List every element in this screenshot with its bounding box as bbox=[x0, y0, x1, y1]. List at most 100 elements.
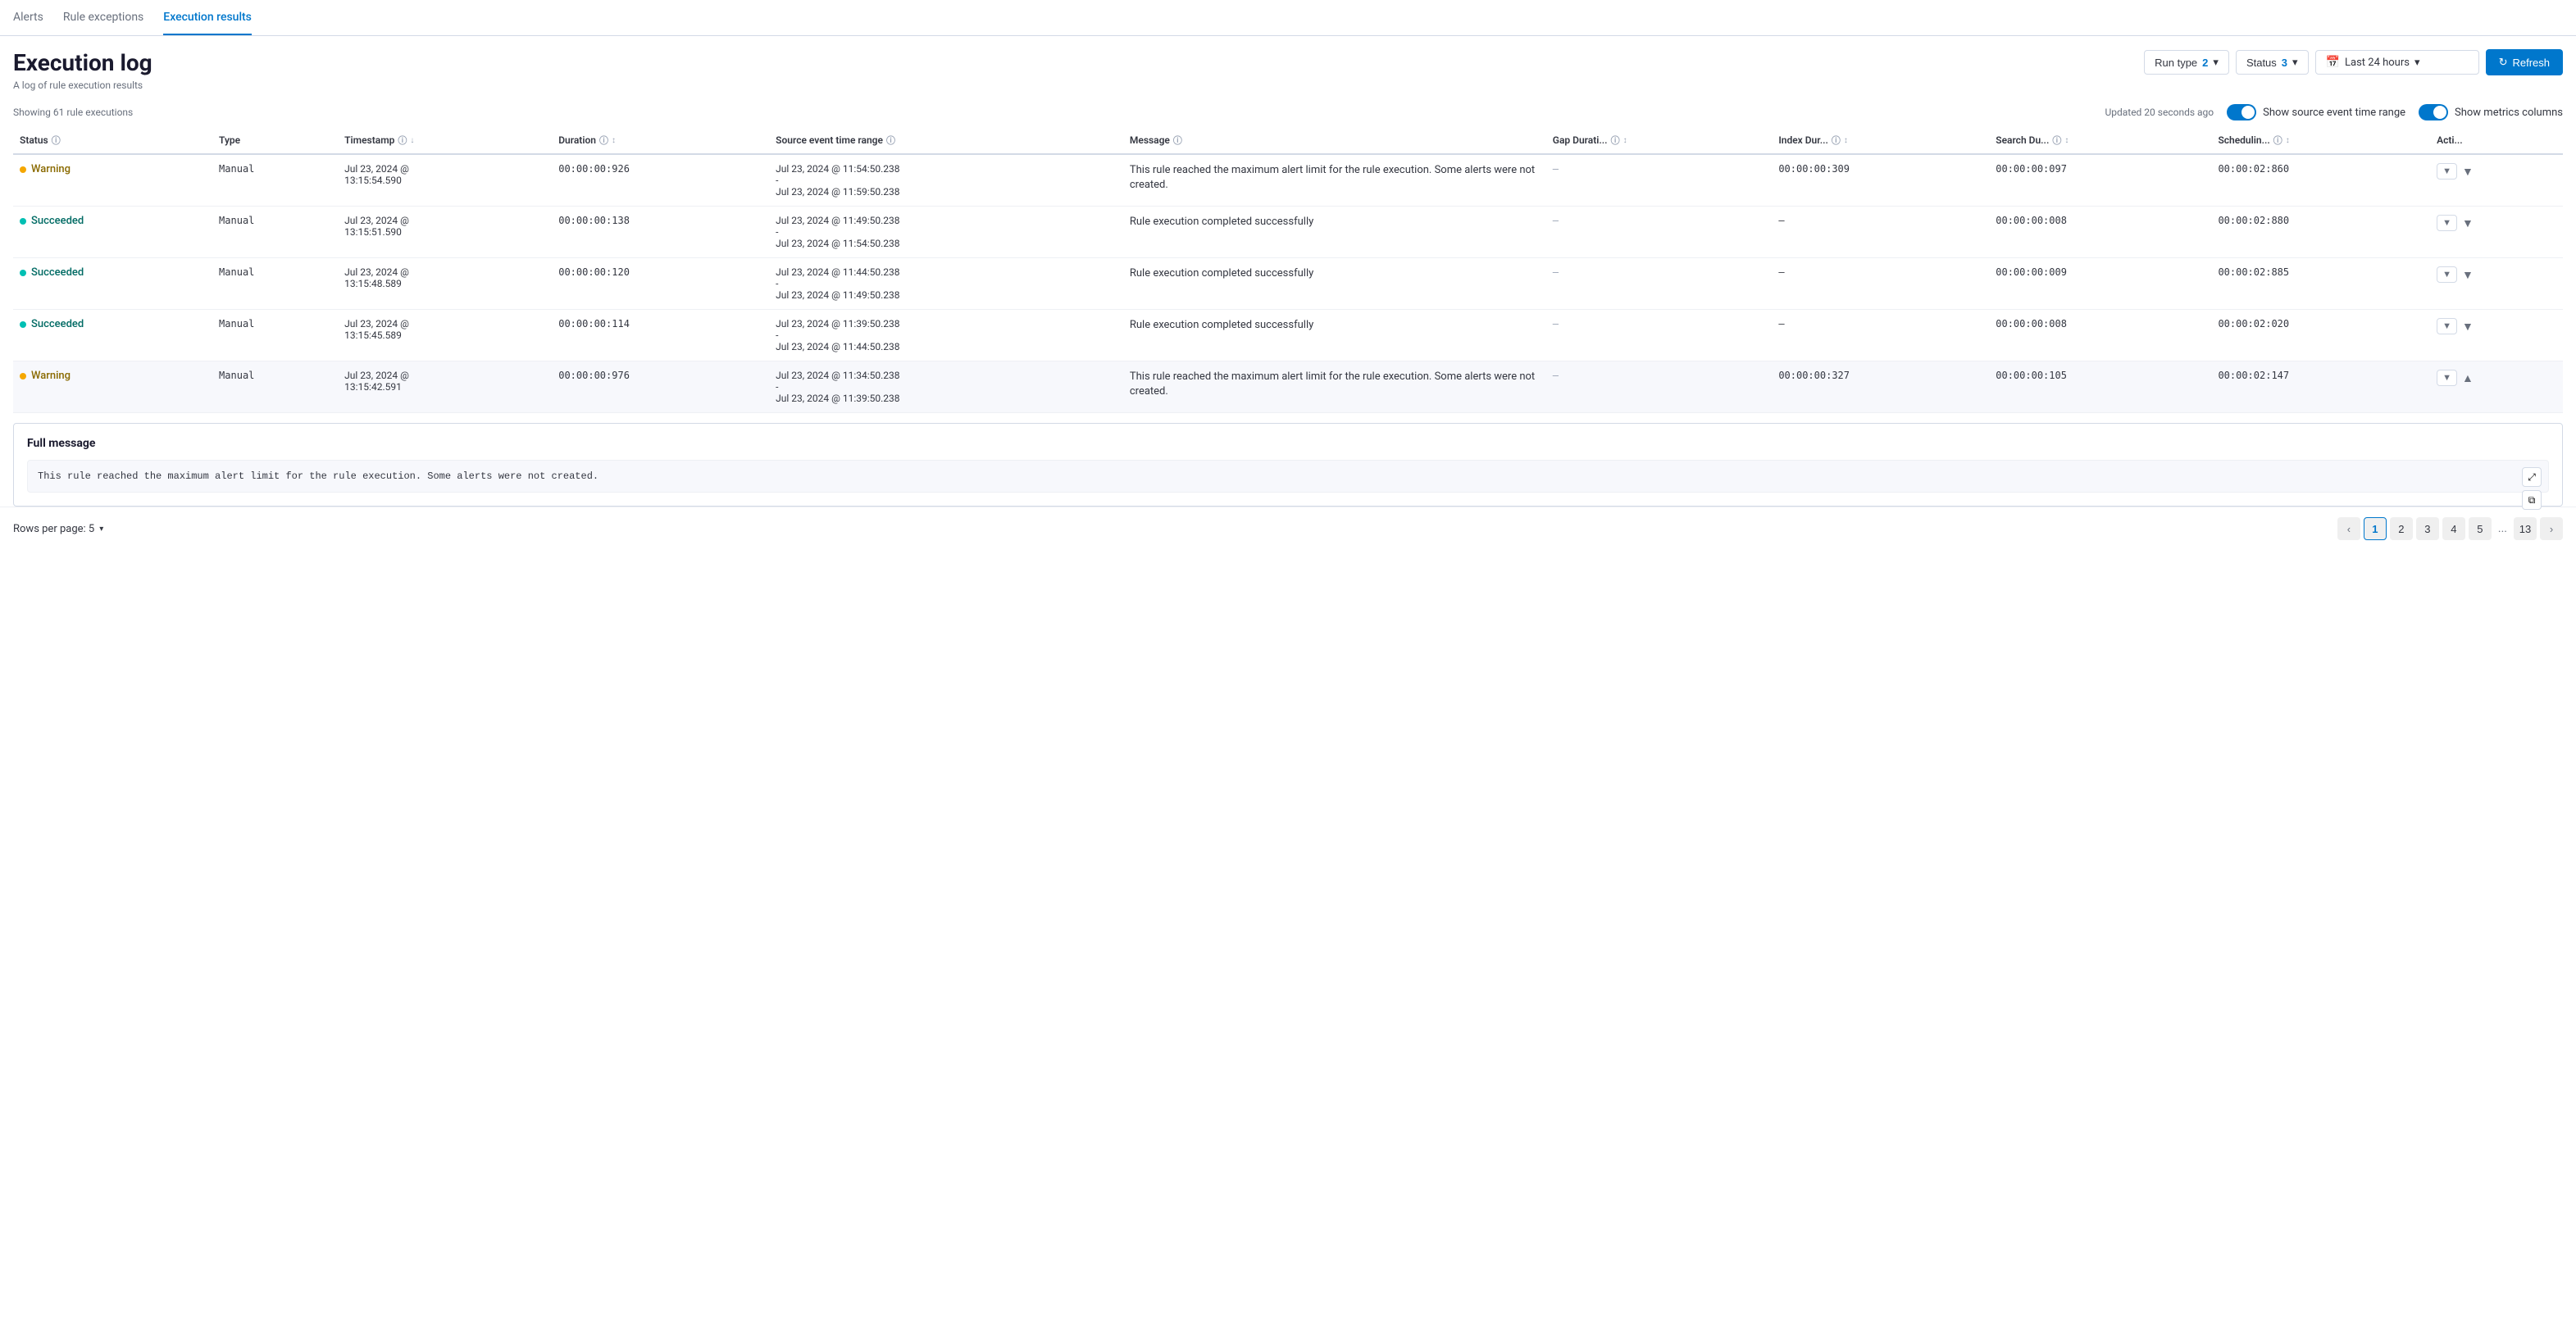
message-cell-4: This rule reached the maximum alert limi… bbox=[1123, 361, 1546, 413]
next-page-button[interactable]: › bbox=[2540, 517, 2563, 540]
time-range-selector[interactable]: 📅 Last 24 hours ▾ bbox=[2315, 50, 2479, 75]
sort-icon[interactable]: ↕ bbox=[1844, 136, 1848, 145]
page-5-button[interactable]: 5 bbox=[2469, 517, 2492, 540]
type-cell-3: Manual bbox=[212, 310, 338, 361]
info-icon: ⓘ bbox=[886, 134, 895, 147]
message-cell-2: Rule execution completed successfully bbox=[1123, 258, 1546, 310]
refresh-label: Refresh bbox=[2512, 57, 2550, 69]
prev-page-button[interactable]: ‹ bbox=[2337, 517, 2360, 540]
toggle-source-event[interactable]: Show source event time range bbox=[2227, 104, 2405, 120]
page-numbers: ‹ 1 2 3 4 5 ... 13 › bbox=[2337, 517, 2563, 540]
message-cell-0: This rule reached the maximum alert limi… bbox=[1123, 154, 1546, 207]
gap-duration-cell-4: — bbox=[1546, 361, 1773, 413]
filter-action-btn[interactable]: ▼ bbox=[2437, 318, 2457, 334]
sort-icon[interactable]: ↕ bbox=[2286, 136, 2290, 145]
full-message-title: Full message bbox=[27, 437, 2549, 450]
meta-right: Updated 20 seconds ago Show source event… bbox=[2105, 104, 2563, 120]
col-gap-duration: Gap Durati... ⓘ ↕ bbox=[1546, 127, 1773, 154]
source-range-cell-4: Jul 23, 2024 @ 11:34:50.238-Jul 23, 2024… bbox=[769, 361, 1123, 413]
page-last-button[interactable]: 13 bbox=[2514, 517, 2537, 540]
copy-message-button[interactable]: ⧉ bbox=[2522, 490, 2542, 510]
search-duration-cell-1: 00:00:00:008 bbox=[1989, 207, 2211, 258]
chevron-down-icon: ▾ bbox=[2213, 56, 2219, 69]
status-label: Succeeded bbox=[31, 215, 84, 227]
col-message: Message ⓘ bbox=[1123, 127, 1546, 154]
col-source-event-time-range: Source event time range ⓘ bbox=[769, 127, 1123, 154]
status-cell-4: Warning bbox=[13, 361, 212, 413]
info-icon: ⓘ bbox=[52, 134, 61, 147]
page-4-button[interactable]: 4 bbox=[2442, 517, 2465, 540]
table-meta-bar: Showing 61 rule executions Updated 20 se… bbox=[0, 98, 2576, 127]
expand-row-btn[interactable]: ▼ bbox=[2460, 163, 2475, 180]
scheduling-cell-2: 00:00:02:885 bbox=[2211, 258, 2430, 310]
search-duration-cell-2: 00:00:00:009 bbox=[1989, 258, 2211, 310]
expand-row-btn[interactable]: ▼ bbox=[2460, 318, 2475, 334]
header-controls: Run type 2 ▾ Status 3 ▾ 📅 Last 24 hours … bbox=[2144, 49, 2563, 75]
type-cell-1: Manual bbox=[212, 207, 338, 258]
expand-row-btn[interactable]: ▼ bbox=[2460, 215, 2475, 231]
status-dot bbox=[20, 321, 26, 328]
status-label: Warning bbox=[31, 163, 71, 175]
timestamp-cell-0: Jul 23, 2024 @13:15:54.590 bbox=[338, 154, 552, 207]
table-row: Succeeded Manual Jul 23, 2024 @13:15:51.… bbox=[13, 207, 2563, 258]
page-title-section: Execution log A log of rule execution re… bbox=[13, 49, 152, 91]
col-duration: Duration ⓘ ↕ bbox=[552, 127, 769, 154]
refresh-icon: ↻ bbox=[2499, 56, 2508, 69]
filter-action-btn[interactable]: ▼ bbox=[2437, 163, 2457, 180]
filter-action-btn[interactable]: ▼ bbox=[2437, 266, 2457, 283]
scheduling-cell-0: 00:00:02:860 bbox=[2211, 154, 2430, 207]
type-cell-4: Manual bbox=[212, 361, 338, 413]
toggle-metrics[interactable]: Show metrics columns bbox=[2419, 104, 2563, 120]
rows-per-page[interactable]: Rows per page: 5 ▾ bbox=[13, 523, 103, 535]
actions-cell-1: ▼ ▼ bbox=[2430, 207, 2563, 258]
gap-duration-cell-0: — bbox=[1546, 154, 1773, 207]
toggle-metrics-switch[interactable] bbox=[2419, 104, 2448, 120]
index-duration-cell-1: — bbox=[1772, 207, 1989, 258]
tab-execution-results[interactable]: Execution results bbox=[163, 1, 252, 35]
sort-icon[interactable]: ↕ bbox=[612, 136, 616, 145]
top-nav: Alerts Rule exceptions Execution results bbox=[0, 0, 2576, 36]
table-header-row: Status ⓘ Type Timestamp ⓘ ↓ bbox=[13, 127, 2563, 154]
message-cell-3: Rule execution completed successfully bbox=[1123, 310, 1546, 361]
table-row: Succeeded Manual Jul 23, 2024 @13:15:48.… bbox=[13, 258, 2563, 310]
info-icon: ⓘ bbox=[1832, 134, 1841, 147]
sort-icon[interactable]: ↕ bbox=[1623, 136, 1627, 145]
col-status: Status ⓘ bbox=[13, 127, 212, 154]
info-icon: ⓘ bbox=[398, 134, 407, 147]
page-1-button[interactable]: 1 bbox=[2364, 517, 2387, 540]
info-icon: ⓘ bbox=[599, 134, 608, 147]
status-dot bbox=[20, 166, 26, 173]
updated-text: Updated 20 seconds ago bbox=[2105, 107, 2214, 118]
refresh-button[interactable]: ↻ Refresh bbox=[2486, 49, 2563, 75]
filter-action-btn[interactable]: ▼ bbox=[2437, 370, 2457, 386]
run-type-filter[interactable]: Run type 2 ▾ bbox=[2144, 50, 2229, 75]
expand-row-btn[interactable]: ▼ bbox=[2460, 266, 2475, 283]
page-2-button[interactable]: 2 bbox=[2390, 517, 2413, 540]
table-row: Warning Manual Jul 23, 2024 @13:15:54.59… bbox=[13, 154, 2563, 207]
expand-row-btn[interactable]: ▲ bbox=[2460, 370, 2475, 386]
status-cell-3: Succeeded bbox=[13, 310, 212, 361]
status-label: Succeeded bbox=[31, 266, 84, 279]
search-duration-cell-4: 00:00:00:105 bbox=[1989, 361, 2211, 413]
calendar-icon: 📅 bbox=[2326, 56, 2340, 69]
status-filter[interactable]: Status 3 ▾ bbox=[2236, 50, 2309, 75]
table-row: Succeeded Manual Jul 23, 2024 @13:15:45.… bbox=[13, 310, 2563, 361]
page-3-button[interactable]: 3 bbox=[2416, 517, 2439, 540]
gap-duration-cell-1: — bbox=[1546, 207, 1773, 258]
tab-alerts[interactable]: Alerts bbox=[13, 1, 43, 35]
col-index-duration: Index Dur... ⓘ ↕ bbox=[1772, 127, 1989, 154]
source-range-cell-3: Jul 23, 2024 @ 11:39:50.238-Jul 23, 2024… bbox=[769, 310, 1123, 361]
status-label: Warning bbox=[31, 370, 71, 382]
col-scheduling: Schedulin... ⓘ ↕ bbox=[2211, 127, 2430, 154]
type-cell-0: Manual bbox=[212, 154, 338, 207]
run-type-label: Run type bbox=[2155, 57, 2197, 69]
sort-icon[interactable]: ↓ bbox=[410, 136, 414, 145]
tab-rule-exceptions[interactable]: Rule exceptions bbox=[63, 1, 143, 35]
index-duration-cell-3: — bbox=[1772, 310, 1989, 361]
sort-icon[interactable]: ↕ bbox=[2064, 136, 2069, 145]
toggle-source-event-switch[interactable] bbox=[2227, 104, 2256, 120]
filter-action-btn[interactable]: ▼ bbox=[2437, 215, 2457, 231]
run-type-count: 2 bbox=[2202, 57, 2208, 69]
expand-message-button[interactable]: ⤢ bbox=[2522, 467, 2542, 487]
table-row: Warning Manual Jul 23, 2024 @13:15:42.59… bbox=[13, 361, 2563, 413]
